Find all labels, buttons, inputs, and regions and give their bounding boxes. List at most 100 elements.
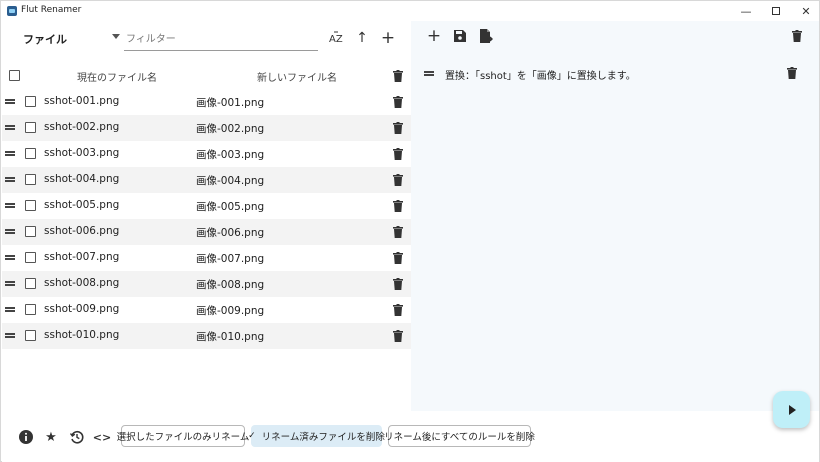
- drag-handle-icon[interactable]: [5, 255, 15, 260]
- delete-file-icon[interactable]: [393, 96, 403, 108]
- current-file-name: sshot-009.png: [44, 303, 120, 315]
- delete-rule-icon[interactable]: [787, 67, 797, 79]
- dropdown-arrow-icon[interactable]: [112, 34, 120, 39]
- new-file-name: 画像-010.png: [196, 331, 265, 343]
- close-button[interactable]: ✕: [791, 1, 820, 21]
- file-open-icon: [479, 29, 493, 43]
- delete-file-icon[interactable]: [393, 200, 403, 212]
- sort-az-button[interactable]: AZ: [327, 28, 347, 48]
- remove-rules-after-rename-chip[interactable]: リネーム後にすべてのルールを削除: [384, 425, 535, 447]
- file-row[interactable]: sshot-006.png 画像-006.png: [2, 219, 411, 245]
- new-file-name: 画像-001.png: [196, 97, 265, 109]
- file-toolbar: ファイル AZ ↑ +: [2, 21, 411, 55]
- file-checkbox[interactable]: [25, 96, 36, 107]
- delete-file-icon[interactable]: [393, 252, 403, 264]
- load-rules-button[interactable]: [476, 26, 496, 46]
- current-file-name: sshot-005.png: [44, 199, 120, 211]
- current-file-name: sshot-008.png: [44, 277, 120, 289]
- file-row[interactable]: sshot-005.png 画像-005.png: [2, 193, 411, 219]
- drag-handle-icon[interactable]: [5, 203, 15, 208]
- delete-all-rules-button[interactable]: [787, 26, 807, 46]
- run-rename-button[interactable]: [773, 391, 810, 428]
- delete-file-icon[interactable]: [393, 174, 403, 186]
- drag-handle-icon[interactable]: [5, 307, 15, 312]
- drag-handle-icon[interactable]: [5, 333, 15, 338]
- current-file-name: sshot-003.png: [44, 147, 120, 159]
- file-row[interactable]: sshot-002.png 画像-002.png: [2, 115, 411, 141]
- add-rule-button[interactable]: +: [424, 26, 444, 46]
- drag-handle-icon[interactable]: [5, 99, 15, 104]
- add-file-button[interactable]: +: [378, 28, 398, 48]
- history-icon: [70, 430, 84, 444]
- svg-text:AZ: AZ: [329, 34, 343, 45]
- current-file-name: sshot-007.png: [44, 251, 120, 263]
- delete-file-icon[interactable]: [393, 304, 403, 316]
- drag-handle-icon[interactable]: [5, 229, 15, 234]
- file-row[interactable]: sshot-008.png 画像-008.png: [2, 271, 411, 297]
- drag-handle-icon[interactable]: [424, 71, 434, 76]
- target-dropdown-label[interactable]: ファイル: [23, 31, 67, 47]
- check-icon: ✓: [248, 431, 256, 441]
- code-button[interactable]: <>: [93, 429, 111, 445]
- delete-all-files-icon[interactable]: [393, 70, 403, 82]
- file-checkbox[interactable]: [25, 122, 36, 133]
- drag-handle-icon[interactable]: [5, 281, 15, 286]
- file-list-header: 現在のファイル名 新しいファイル名: [2, 65, 411, 87]
- file-checkbox[interactable]: [25, 278, 36, 289]
- drag-handle-icon[interactable]: [5, 151, 15, 156]
- move-up-button[interactable]: ↑: [352, 28, 372, 48]
- new-file-name: 画像-006.png: [196, 227, 265, 239]
- chip-label: 選択したファイルのみリネーム: [116, 432, 250, 443]
- new-file-name: 画像-004.png: [196, 175, 265, 187]
- file-checkbox[interactable]: [25, 174, 36, 185]
- file-row[interactable]: sshot-010.png 画像-010.png: [2, 323, 411, 349]
- info-button[interactable]: [18, 429, 34, 445]
- file-row[interactable]: sshot-007.png 画像-007.png: [2, 245, 411, 271]
- file-checkbox[interactable]: [25, 148, 36, 159]
- delete-file-icon[interactable]: [393, 148, 403, 160]
- minimize-button[interactable]: —: [731, 1, 761, 21]
- trash-icon: [792, 30, 802, 42]
- filter-input[interactable]: [124, 29, 318, 51]
- file-checkbox[interactable]: [25, 252, 36, 263]
- file-checkbox[interactable]: [25, 330, 36, 341]
- chip-label: リネーム後にすべてのルールを削除: [384, 432, 535, 443]
- play-icon: [789, 404, 796, 415]
- rename-selected-only-chip[interactable]: 選択したファイルのみリネーム: [117, 425, 249, 447]
- file-row[interactable]: sshot-009.png 画像-009.png: [2, 297, 411, 323]
- file-checkbox[interactable]: [25, 226, 36, 237]
- header-new-name: 新しいファイル名: [257, 73, 337, 84]
- file-checkbox[interactable]: [25, 200, 36, 211]
- current-file-name: sshot-010.png: [44, 329, 120, 341]
- delete-file-icon[interactable]: [393, 278, 403, 290]
- new-file-name: 画像-005.png: [196, 201, 265, 213]
- maximize-icon: [772, 7, 780, 15]
- app-window: Flut Renamer — ✕ ファイル AZ ↑ + 現在のファイル名 新し…: [0, 0, 820, 462]
- delete-file-icon[interactable]: [393, 226, 403, 238]
- current-file-name: sshot-006.png: [44, 225, 120, 237]
- delete-file-icon[interactable]: [393, 330, 403, 342]
- select-all-checkbox[interactable]: [9, 70, 20, 81]
- file-row[interactable]: sshot-001.png 画像-001.png: [2, 89, 411, 115]
- remove-renamed-files-chip[interactable]: ✓ リネーム済みファイルを削除: [248, 425, 385, 447]
- file-row[interactable]: sshot-004.png 画像-004.png: [2, 167, 411, 193]
- file-row[interactable]: sshot-003.png 画像-003.png: [2, 141, 411, 167]
- drag-handle-icon[interactable]: [5, 125, 15, 130]
- drag-handle-icon[interactable]: [5, 177, 15, 182]
- save-rules-button[interactable]: [450, 26, 470, 46]
- maximize-button[interactable]: [761, 1, 791, 21]
- history-button[interactable]: [69, 429, 85, 445]
- window-title: Flut Renamer: [21, 5, 82, 15]
- new-file-name: 画像-008.png: [196, 279, 265, 291]
- new-file-name: 画像-002.png: [196, 123, 265, 135]
- app-icon: [7, 6, 17, 16]
- file-checkbox[interactable]: [25, 304, 36, 315]
- save-icon: [454, 30, 466, 42]
- sort-az-icon: AZ: [329, 31, 343, 45]
- rule-item[interactable]: 置換：「sshot」を「画像」に置換します。: [411, 63, 819, 85]
- delete-file-icon[interactable]: [393, 122, 403, 134]
- current-file-name: sshot-002.png: [44, 121, 120, 133]
- bottom-bar: ★ <> 選択したファイルのみリネーム ✓ リネーム済みファイルを削除 リネーム…: [2, 411, 819, 462]
- rule-pane: + 置換：「sshot」を「画像」に置換します。: [411, 21, 819, 411]
- favorites-button[interactable]: ★: [43, 429, 59, 445]
